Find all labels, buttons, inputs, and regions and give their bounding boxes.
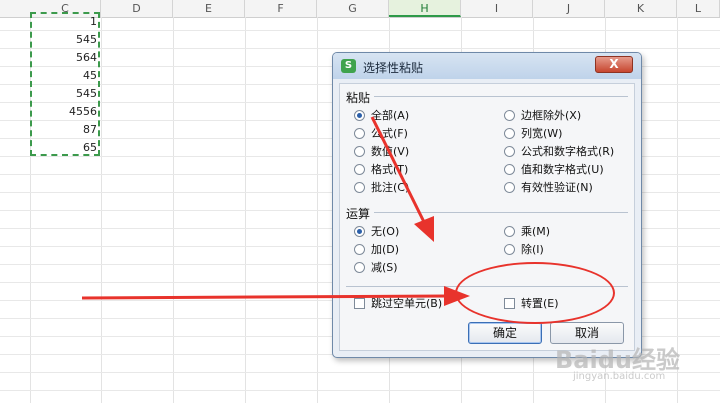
radio-label: 公式(F) (371, 127, 408, 140)
column-header-i[interactable]: I (461, 0, 533, 17)
radio-op-add[interactable]: 加(D) (354, 242, 399, 258)
radio-op-none[interactable]: 无(O) (354, 224, 399, 240)
checkbox-skip-blanks[interactable]: 跳过空单元(B) (354, 296, 442, 312)
radio-label: 值和数字格式(U) (521, 163, 604, 176)
radio-paste-formulas[interactable]: 公式(F) (354, 126, 408, 142)
radio-column-widths[interactable]: 列宽(W) (504, 126, 562, 142)
radio-label: 减(S) (371, 261, 398, 274)
column-header-h[interactable]: H (389, 0, 461, 17)
column-header-j[interactable]: J (533, 0, 605, 17)
radio-label: 公式和数字格式(R) (521, 145, 615, 158)
radio-paste-formats[interactable]: 格式(T) (354, 162, 408, 178)
radio-label: 全部(A) (371, 109, 410, 122)
radio-circle[interactable] (354, 164, 365, 175)
highlight-ellipse (455, 262, 615, 324)
radio-label: 格式(T) (371, 163, 409, 176)
radio-label: 乘(M) (521, 225, 551, 238)
radio-circle[interactable] (504, 110, 515, 121)
radio-values-number-formats[interactable]: 值和数字格式(U) (504, 162, 604, 178)
radio-circle[interactable] (504, 164, 515, 175)
paste-separator (374, 96, 628, 97)
radio-label: 除(I) (521, 243, 544, 256)
dialog-titlebar[interactable]: S 选择性粘贴 X (333, 53, 641, 79)
radio-label: 加(D) (371, 243, 400, 256)
watermark-url: jingyan.baidu.com (573, 371, 666, 382)
column-header-bar: C D E F G H I J K L (0, 0, 720, 18)
radio-circle[interactable] (504, 244, 515, 255)
radio-circle[interactable] (504, 182, 515, 193)
column-header-l[interactable]: L (677, 0, 720, 17)
column-header-f[interactable]: F (245, 0, 317, 17)
radio-label: 无(O) (371, 225, 400, 238)
radio-label: 边框除外(X) (521, 109, 582, 122)
radio-circle-checked[interactable] (354, 110, 365, 121)
radio-label: 批注(C) (371, 181, 410, 194)
radio-circle[interactable] (354, 182, 365, 193)
radio-circle[interactable] (354, 146, 365, 157)
radio-label: 数值(V) (371, 145, 410, 158)
dialog-title: 选择性粘贴 (363, 61, 424, 75)
close-button[interactable]: X (595, 56, 633, 73)
checkbox-label: 跳过空单元(B) (371, 297, 443, 310)
radio-formulas-number-formats[interactable]: 公式和数字格式(R) (504, 144, 614, 160)
radio-paste-all[interactable]: 全部(A) (354, 108, 409, 124)
radio-all-except-borders[interactable]: 边框除外(X) (504, 108, 581, 124)
radio-label: 有效性验证(N) (521, 181, 593, 194)
radio-op-subtract[interactable]: 减(S) (354, 260, 398, 276)
radio-circle[interactable] (354, 262, 365, 273)
radio-op-multiply[interactable]: 乘(M) (504, 224, 550, 240)
baidu-watermark: Baidu经验 (555, 346, 680, 374)
column-header-k[interactable]: K (605, 0, 677, 17)
checkbox-box[interactable] (354, 298, 365, 309)
radio-paste-values[interactable]: 数值(V) (354, 144, 409, 160)
radio-paste-comments[interactable]: 批注(C) (354, 180, 409, 196)
radio-label: 列宽(W) (521, 127, 563, 140)
radio-circle[interactable] (354, 244, 365, 255)
operation-separator (374, 212, 628, 213)
column-header-g[interactable]: G (317, 0, 389, 17)
ok-button[interactable]: 确定 (468, 322, 542, 344)
copy-selection-marquee (30, 12, 100, 156)
column-header-e[interactable]: E (173, 0, 245, 17)
radio-circle[interactable] (504, 128, 515, 139)
radio-circle-checked[interactable] (354, 226, 365, 237)
radio-circle[interactable] (504, 226, 515, 237)
radio-op-divide[interactable]: 除(I) (504, 242, 544, 258)
wps-app-icon: S (341, 59, 356, 73)
radio-validation[interactable]: 有效性验证(N) (504, 180, 593, 196)
paste-section-label: 粘贴 (346, 91, 371, 105)
column-header-d[interactable]: D (101, 0, 173, 17)
operation-section-label: 运算 (346, 207, 371, 221)
radio-circle[interactable] (354, 128, 365, 139)
radio-circle[interactable] (504, 146, 515, 157)
